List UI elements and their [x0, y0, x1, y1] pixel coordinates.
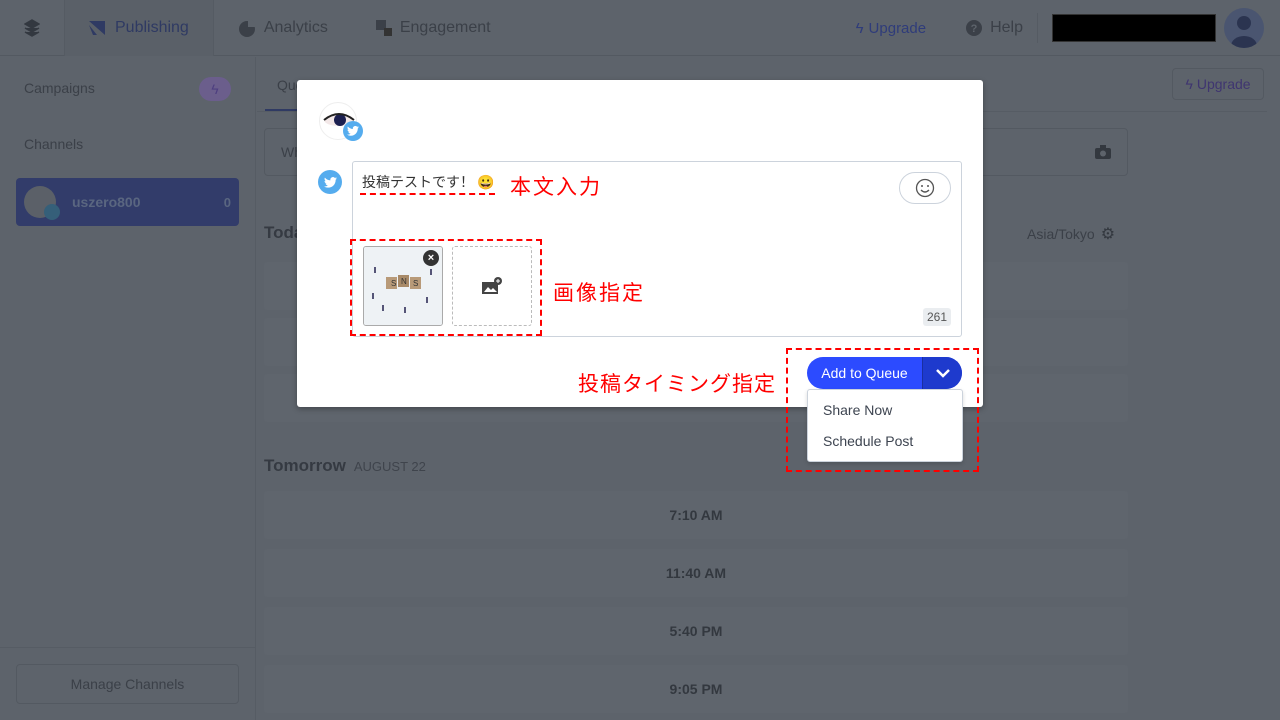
help-link[interactable]: ? Help [966, 13, 1038, 43]
layers-logo-icon[interactable] [0, 18, 64, 37]
tomorrow-date: AUGUST 22 [353, 459, 426, 474]
emoji-picker-button[interactable] [899, 172, 951, 204]
campaigns-upgrade-badge[interactable]: ϟ [199, 77, 231, 101]
time-slot[interactable]: 7:10 AM [264, 491, 1128, 539]
twitter-icon [318, 170, 342, 194]
upgrade-link[interactable]: ϟ Upgrade [856, 20, 927, 37]
channel-item[interactable]: uszero800 0 [16, 178, 239, 226]
nav-label: Publishing [115, 18, 189, 36]
annotation-box-timing [786, 348, 979, 472]
campaigns-label[interactable]: Campaigns [24, 80, 95, 96]
channel-name: uszero800 [72, 194, 141, 210]
bolt-icon: ϟ [1185, 76, 1193, 92]
bolt-icon: ϟ [855, 19, 864, 37]
upgrade-button[interactable]: ϟ Upgrade [1172, 68, 1264, 100]
manage-channels-button[interactable]: Manage Channels [16, 664, 239, 704]
annotation-box-image [350, 239, 542, 336]
nav-label: Analytics [263, 18, 328, 36]
twitter-icon [343, 121, 363, 141]
emoji-grin: 😀 [477, 173, 495, 190]
nav-analytics[interactable]: Analytics [214, 0, 352, 56]
redacted-box [1052, 14, 1216, 42]
tomorrow-heading: Tomorrow AUGUST 22 [264, 456, 426, 476]
top-nav: Publishing Analytics Engagement ϟ Upgrade… [0, 0, 1280, 56]
pie-chart-icon [238, 18, 256, 37]
help-icon: ? [966, 20, 983, 36]
character-count: 261 [922, 308, 951, 326]
bolt-icon: ϟ [211, 81, 219, 97]
time-slot[interactable]: 11:40 AM [264, 549, 1128, 597]
upgrade-label: Upgrade [1196, 76, 1251, 92]
smiley-icon [915, 178, 935, 198]
nav-publishing[interactable]: Publishing [64, 0, 214, 56]
post-text: 投稿テストです！ [362, 174, 474, 190]
channel-count: 0 [223, 194, 231, 210]
svg-text:?: ? [971, 23, 978, 35]
annotation-image: 画像指定 [553, 282, 645, 305]
nav-label: Engagement [399, 18, 491, 36]
sidebar: Campaigns ϟ Channels uszero800 0 Manage … [0, 57, 256, 720]
nav-engagement[interactable]: Engagement [352, 0, 515, 56]
annotation-timing: 投稿タイミング指定 [578, 373, 776, 396]
annotation-body: 本文入力 [510, 176, 602, 199]
engagement-icon [375, 19, 392, 36]
camera-icon[interactable] [1095, 145, 1111, 159]
channel-avatar [24, 186, 60, 220]
twitter-icon [44, 204, 60, 220]
user-avatar[interactable] [1224, 8, 1264, 48]
divider [0, 647, 256, 648]
time-slot[interactable]: 9:05 PM [264, 665, 1128, 713]
gear-icon: ⚙ [1100, 226, 1116, 243]
time-slot[interactable]: 5:40 PM [264, 607, 1128, 655]
annotation-underline [360, 193, 495, 195]
channels-label: Channels [24, 136, 84, 152]
publishing-icon [89, 20, 105, 35]
tomorrow-label: Tomorrow [264, 456, 346, 475]
timezone-setting[interactable]: Asia/Tokyo ⚙ [1027, 224, 1115, 244]
help-label: Help [990, 19, 1023, 36]
timezone-label: Asia/Tokyo [1027, 226, 1095, 242]
upgrade-label: Upgrade [868, 19, 927, 37]
